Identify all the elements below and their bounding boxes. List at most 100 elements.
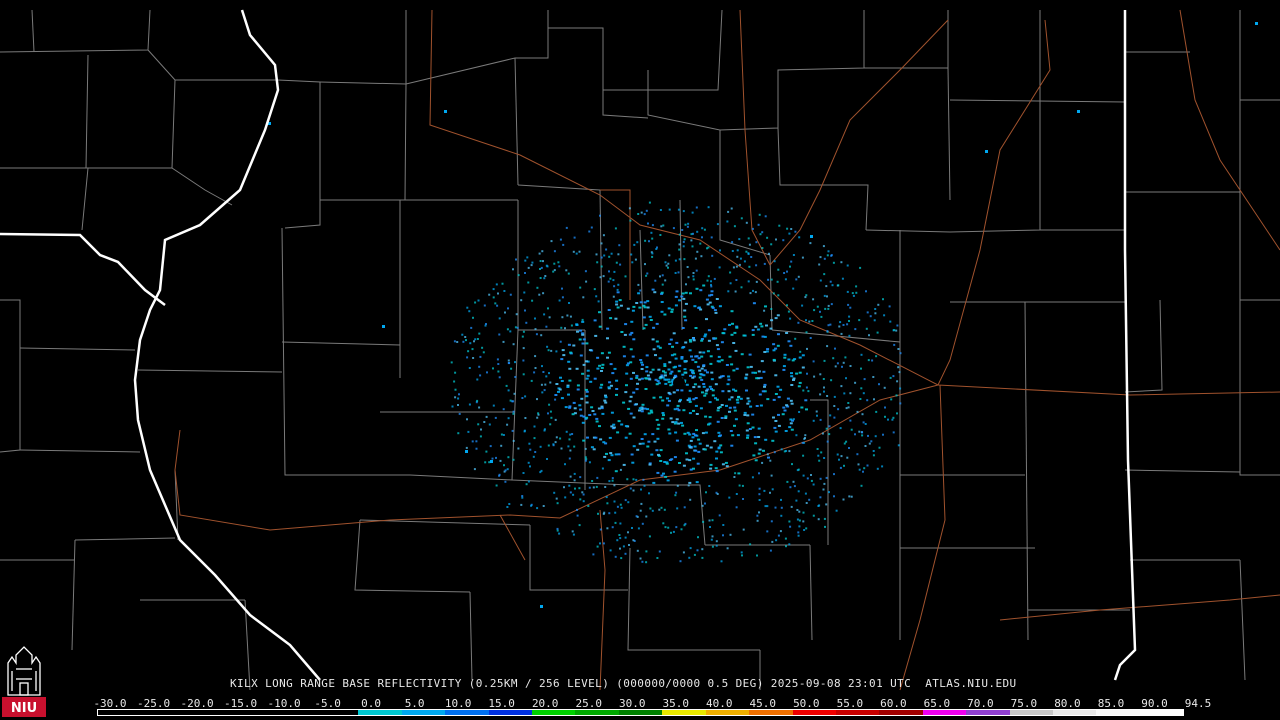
echo-pixel (710, 236, 713, 239)
echo-pixel (704, 333, 708, 336)
echo-pixel (462, 340, 465, 343)
echo-pixel (819, 310, 821, 313)
echo-pixel (601, 363, 605, 366)
echo-pixel (568, 405, 572, 408)
echo-pixel (796, 509, 799, 511)
echo-pixel (647, 440, 651, 443)
echo-pixel (897, 444, 900, 447)
echo-pixel (705, 389, 709, 392)
echo-pixel (542, 292, 545, 295)
echo-pixel (683, 524, 686, 527)
echo-pixel (544, 383, 547, 386)
echo-pixel (826, 395, 829, 397)
echo-pixel (763, 489, 766, 492)
echo-pixel (667, 378, 671, 381)
echo-pixel (655, 449, 659, 452)
colorbar-swatch (879, 710, 923, 715)
echo-pixel (667, 391, 671, 394)
echo-pixel (659, 275, 661, 278)
echo-pixel (794, 230, 797, 233)
echo-pixel (603, 511, 606, 514)
echo-pixel (819, 373, 822, 376)
echo-pixel (639, 509, 642, 512)
echo-pixel (735, 398, 739, 401)
echo-pixel (794, 337, 797, 340)
county-line (630, 484, 706, 546)
echo-pixel (605, 452, 608, 455)
county-line (529, 525, 628, 591)
echo-pixel (629, 487, 632, 490)
echo-pixel (646, 306, 650, 309)
echo-pixel (575, 367, 579, 370)
echo-pixel (540, 605, 543, 608)
echo-pixel (828, 491, 830, 494)
echo-pixel (790, 372, 793, 375)
echo-pixel (812, 360, 815, 363)
echo-pixel (899, 387, 902, 390)
echo-pixel (819, 477, 822, 480)
echo-pixel (730, 444, 734, 447)
echo-pixel (780, 498, 782, 501)
echo-pixel (559, 376, 562, 379)
echo-pixel (538, 293, 541, 296)
echo-pixel (753, 436, 757, 439)
echo-pixel (645, 354, 649, 357)
echo-pixel (568, 379, 572, 382)
echo-pixel (732, 266, 735, 269)
echo-pixel (714, 467, 718, 470)
echo-pixel (572, 533, 575, 536)
echo-pixel (651, 252, 654, 255)
echo-pixel (711, 394, 715, 397)
echo-pixel (579, 354, 583, 357)
echo-pixel (632, 478, 635, 481)
echo-pixel (564, 327, 566, 330)
echo-pixel (883, 314, 886, 317)
echo-pixel (535, 333, 538, 336)
echo-pixel (479, 355, 482, 358)
echo-pixel (637, 292, 641, 295)
echo-pixel (673, 353, 677, 356)
echo-pixel (843, 442, 846, 445)
echo-pixel (788, 232, 791, 235)
county-line (0, 299, 21, 453)
echo-pixel (626, 307, 630, 310)
echo-pixel (812, 298, 815, 301)
radar-map[interactable] (0, 0, 1280, 720)
echo-pixel (515, 313, 518, 316)
echo-pixel (810, 474, 812, 476)
echo-pixel (645, 209, 648, 212)
echo-pixel (597, 407, 601, 410)
echo-pixel (819, 393, 822, 396)
echo-pixel (831, 284, 834, 287)
echo-pixel (663, 371, 667, 374)
echo-pixel (629, 348, 633, 351)
county-line (603, 9, 723, 91)
echo-pixel (742, 334, 746, 337)
county-line (511, 329, 519, 481)
echo-pixel (691, 211, 694, 214)
echo-pixel (806, 372, 808, 375)
county-line (147, 49, 278, 81)
echo-pixel (607, 351, 611, 354)
echo-pixel (775, 238, 777, 241)
echo-pixel (881, 465, 884, 468)
echo-pixel (719, 249, 721, 252)
echo-pixel (477, 423, 480, 426)
echo-pixel (834, 347, 836, 350)
echo-pixel (714, 383, 718, 386)
echo-pixel (582, 493, 585, 496)
echo-pixel (736, 255, 739, 258)
colorbar-tick-label: 94.5 (1184, 697, 1212, 710)
echo-pixel (624, 436, 628, 439)
echo-pixel (511, 400, 514, 403)
echo-pixel (829, 414, 832, 417)
echo-pixel (660, 474, 664, 477)
echo-pixel (560, 380, 564, 382)
echo-pixel (844, 356, 847, 359)
echo-pixel (584, 270, 587, 273)
echo-pixel (458, 412, 461, 415)
echo-pixel (677, 271, 680, 274)
echo-pixel (686, 266, 689, 268)
echo-pixel (502, 434, 505, 436)
echo-pixel (681, 229, 684, 231)
